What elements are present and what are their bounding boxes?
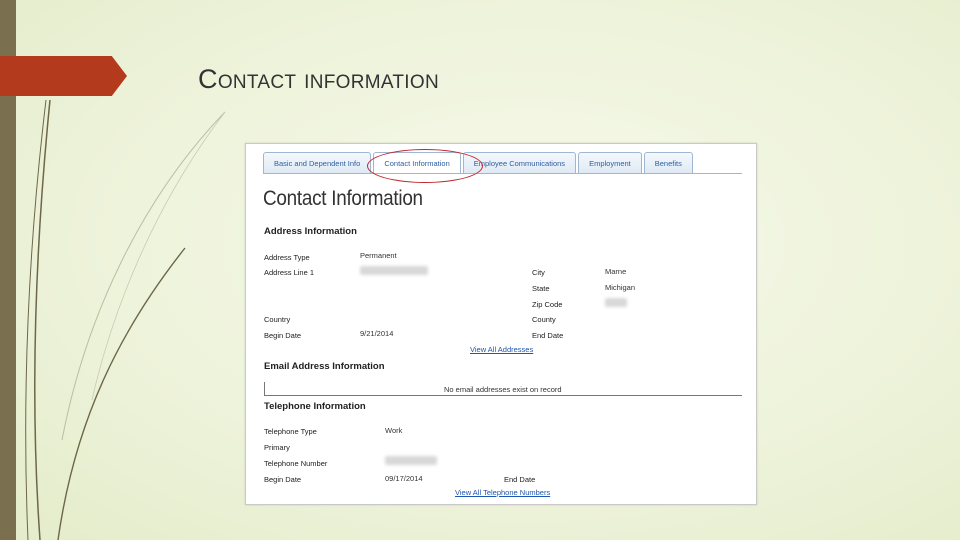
tab-benefits[interactable]: Benefits <box>643 152 693 174</box>
state-value: Michigan <box>605 283 636 292</box>
highlight-circle <box>367 149 483 183</box>
address-line-1-label: Address Line 1 <box>264 268 315 277</box>
contact-information-screenshot: Basic and Dependent Info Contact Informa… <box>245 143 757 505</box>
email-empty-message: No email addresses exist on record <box>444 385 562 394</box>
state-label: State <box>532 284 550 293</box>
address-type-value: Permanent <box>360 251 397 260</box>
city-label: City <box>532 268 545 277</box>
page-title: Contact Information <box>263 187 423 210</box>
country-label: Country <box>264 315 291 324</box>
address-begin-date-value: 9/21/2014 <box>360 329 394 338</box>
tab-employment[interactable]: Employment <box>578 152 642 174</box>
email-box-left-border <box>264 382 265 395</box>
city-value: Marne <box>605 267 627 276</box>
telephone-number-redacted <box>385 456 437 465</box>
view-all-telephone-numbers-link[interactable]: View All Telephone Numbers <box>455 488 550 497</box>
address-type-label: Address Type <box>264 253 310 262</box>
telephone-type-value: Work <box>385 426 403 435</box>
zip-code-label: Zip Code <box>532 300 563 309</box>
telephone-end-date-label: End Date <box>504 475 536 484</box>
telephone-begin-date-label: Begin Date <box>264 475 302 484</box>
county-label: County <box>532 315 556 324</box>
telephone-begin-date-value: 09/17/2014 <box>385 474 423 483</box>
email-box-bottom-border <box>264 395 742 396</box>
address-begin-date-label: Begin Date <box>264 331 302 340</box>
address-end-date-label: End Date <box>532 331 564 340</box>
primary-label: Primary <box>264 443 290 452</box>
tab-underline <box>263 173 742 174</box>
email-section-heading: Email Address Information <box>264 361 385 372</box>
view-all-addresses-link[interactable]: View All Addresses <box>470 345 533 354</box>
tab-basic-dependent-info[interactable]: Basic and Dependent Info <box>263 152 372 174</box>
address-section-heading: Address Information <box>264 226 357 237</box>
telephone-section-heading: Telephone Information <box>264 401 366 412</box>
telephone-number-label: Telephone Number <box>264 459 328 468</box>
address-line-1-redacted <box>360 266 428 275</box>
slide-title: Contact Information <box>198 64 439 94</box>
telephone-type-label: Telephone Type <box>264 427 317 436</box>
zip-code-redacted <box>605 298 627 307</box>
